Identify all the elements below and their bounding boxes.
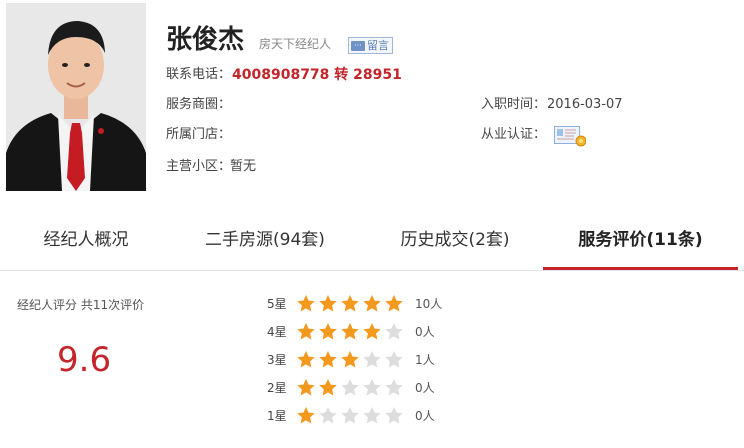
agent-role: 房天下经纪人 xyxy=(259,37,332,51)
rating-row-label: 1星 xyxy=(267,409,287,423)
store-label: 所属门店： xyxy=(166,127,232,142)
rating-row: 1星 0人 xyxy=(0,406,744,428)
stars-graphic xyxy=(297,407,403,424)
tab-bar: 经纪人概况 二手房源(94套) 历史成交(2套) 服务评价(11条) xyxy=(0,218,744,271)
star-empty-icon xyxy=(385,351,403,368)
tab-reviews[interactable]: 服务评价(11条) xyxy=(543,218,738,270)
business-circle-label: 服务商圈： xyxy=(166,97,232,112)
message-button[interactable]: ··· 留言 xyxy=(348,37,393,54)
star-rating xyxy=(296,378,406,398)
rating-row: 2星 0人 xyxy=(0,378,744,400)
star-filled-icon xyxy=(363,323,381,340)
star-filled-icon xyxy=(363,295,381,312)
phone-number: 4008908778 转 28951 xyxy=(232,67,402,83)
rating-row-label: 3星 xyxy=(267,353,287,367)
rating-row-count: 0人 xyxy=(415,325,435,339)
phone-label: 联系电话： xyxy=(166,67,232,82)
join-date-value: 2016-03-07 xyxy=(547,97,623,112)
community-value: 暂无 xyxy=(230,159,257,174)
stars-graphic xyxy=(297,351,403,368)
star-empty-icon xyxy=(363,351,381,368)
star-rating xyxy=(296,406,406,426)
rating-row-count: 1人 xyxy=(415,353,435,367)
rating-row: 4星 0人 xyxy=(0,322,744,344)
rating-row-label: 4星 xyxy=(267,325,287,339)
star-filled-icon xyxy=(297,295,315,312)
stars-graphic xyxy=(297,379,403,396)
community-label: 主营小区： xyxy=(166,159,232,174)
star-empty-icon xyxy=(341,407,359,424)
star-empty-icon xyxy=(363,407,381,424)
star-empty-icon xyxy=(341,379,359,396)
tab-listings[interactable]: 二手房源(94套) xyxy=(180,218,350,268)
star-rating xyxy=(296,322,406,342)
star-filled-icon xyxy=(297,379,315,396)
join-date-label: 入职时间： xyxy=(481,97,547,112)
rating-row-count: 0人 xyxy=(415,409,435,423)
rating-row-count: 0人 xyxy=(415,381,435,395)
star-filled-icon xyxy=(319,351,337,368)
star-rating xyxy=(296,294,406,314)
rating-row-count: 10人 xyxy=(415,297,443,311)
certification-label: 从业认证： xyxy=(481,127,547,142)
rating-row-label: 5星 xyxy=(267,297,287,311)
star-filled-icon xyxy=(385,295,403,312)
message-label: 留言 xyxy=(367,39,389,52)
stars-graphic xyxy=(297,323,403,340)
chat-icon: ··· xyxy=(351,40,365,51)
rating-row: 5星 10人 xyxy=(0,294,744,316)
star-filled-icon xyxy=(297,407,315,424)
rating-row: 3星 1人 xyxy=(0,350,744,372)
star-filled-icon xyxy=(297,351,315,368)
tab-history[interactable]: 历史成交(2套) xyxy=(374,218,536,268)
certificate-icon[interactable] xyxy=(554,125,587,147)
star-empty-icon xyxy=(385,379,403,396)
tab-overview[interactable]: 经纪人概况 xyxy=(14,218,158,268)
star-filled-icon xyxy=(341,351,359,368)
stars-graphic xyxy=(297,295,403,312)
star-rating xyxy=(296,350,406,370)
star-filled-icon xyxy=(319,379,337,396)
star-empty-icon xyxy=(385,407,403,424)
rating-row-label: 2星 xyxy=(267,381,287,395)
star-empty-icon xyxy=(385,323,403,340)
star-filled-icon xyxy=(341,323,359,340)
star-filled-icon xyxy=(319,295,337,312)
star-filled-icon xyxy=(297,323,315,340)
star-empty-icon xyxy=(319,407,337,424)
agent-photo xyxy=(6,3,146,191)
star-filled-icon xyxy=(341,295,359,312)
star-filled-icon xyxy=(319,323,337,340)
star-empty-icon xyxy=(363,379,381,396)
agent-name: 张俊杰 xyxy=(166,25,245,55)
